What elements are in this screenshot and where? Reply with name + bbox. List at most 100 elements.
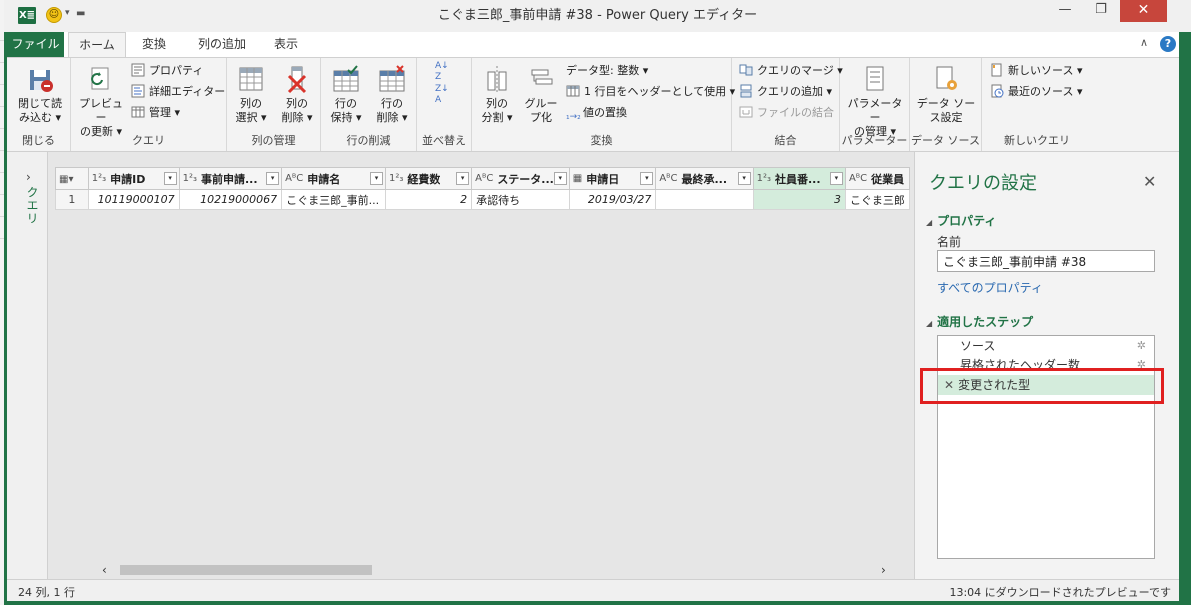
column-header[interactable]: AᴮC 従業員 xyxy=(844,167,911,190)
split-column-button[interactable]: 列の 分割 ▾ xyxy=(477,64,517,125)
step-promoted-headers[interactable]: 昇格されたヘッダー数 ✲ xyxy=(938,355,1154,369)
column-type-icon[interactable]: AᴮC xyxy=(285,173,303,184)
column-header[interactable]: AᴮC 最終承... ▾ xyxy=(655,167,754,190)
tab-transform[interactable]: 変換 xyxy=(132,32,176,57)
use-first-row-as-headers-button[interactable]: 1 行目をヘッダーとして使用 ▾ xyxy=(566,83,735,101)
remove-columns-button[interactable]: 列の 削除 ▾ xyxy=(275,64,319,125)
group-by-button[interactable]: グルー プ化 xyxy=(521,64,561,125)
tab-file[interactable]: ファイル xyxy=(7,32,64,57)
data-preview-grid: ▦▾ 1²₃ 申請ID ▾ 1²₃ 事前申請... ▾ AᴮC 申請名 ▾ 1²₃ 経費数 ▾ AᴮC ス… xyxy=(55,167,911,561)
step-source[interactable]: ソース ✲ xyxy=(938,336,1154,356)
table-cell[interactable]: 承認待ち xyxy=(471,189,570,210)
table-cell[interactable] xyxy=(655,189,754,210)
recent-sources-button[interactable]: 最近のソース ▾ xyxy=(990,83,1082,101)
table-cell[interactable]: こぐま三郎_事前... xyxy=(281,189,387,210)
column-header[interactable]: 1²₃ 申請ID ▾ xyxy=(87,167,180,190)
column-type-icon[interactable]: ▦ xyxy=(573,173,582,184)
collapse-ribbon-icon[interactable]: ∧ xyxy=(1140,36,1148,49)
refresh-label-1: プレビュー xyxy=(79,97,123,124)
step-settings-gear-icon[interactable]: ✲ xyxy=(1137,355,1146,369)
ribbon-group-data-source: データ ソー ス設定 データ ソース xyxy=(910,58,982,151)
group-label-reduce-rows: 行の削減 xyxy=(346,134,391,147)
choose-columns-button[interactable]: 列の 選択 ▾ xyxy=(229,64,273,125)
column-filter-dropdown-icon[interactable]: ▾ xyxy=(640,172,654,185)
data-source-settings-button[interactable]: データ ソー ス設定 xyxy=(914,64,978,125)
column-filter-dropdown-icon[interactable]: ▾ xyxy=(829,172,843,185)
minimize-button[interactable]: — xyxy=(1050,0,1080,22)
data-type-dropdown[interactable]: データ型: 整数 ▾ xyxy=(566,62,648,80)
table-row[interactable]: 1 10119000107 10219000067 こぐま三郎_事前... 2 承認待ち 2… xyxy=(55,189,911,210)
group-by-label-1: グルー xyxy=(524,97,558,110)
keep-rows-button[interactable]: 行の 保持 ▾ xyxy=(324,64,368,125)
help-icon[interactable]: ? xyxy=(1160,36,1176,52)
tab-add-column[interactable]: 列の追加 xyxy=(186,32,258,57)
scroll-thumb[interactable] xyxy=(120,565,372,575)
scroll-right-icon[interactable]: › xyxy=(881,563,886,577)
parameters-icon xyxy=(866,66,884,91)
column-filter-dropdown-icon[interactable]: ▾ xyxy=(737,172,751,185)
column-filter-dropdown-icon[interactable]: ▾ xyxy=(553,172,567,185)
column-header[interactable]: AᴮC ステータ... ▾ xyxy=(471,167,570,190)
column-type-icon[interactable]: AᴮC xyxy=(849,173,867,184)
status-bar: 24 列, 1 行 13:04 にダウンロードされたプレビューです xyxy=(7,579,1179,601)
column-header[interactable]: ▦ 申請日 ▾ xyxy=(568,167,657,190)
table-cell[interactable]: 10219000067 xyxy=(178,189,283,210)
applied-steps-section-header[interactable]: ◢ 適用したステップ xyxy=(926,313,1033,330)
horizontal-scrollbar[interactable]: ‹ › xyxy=(93,562,903,578)
remove-columns-label-2: 削除 ▾ xyxy=(281,111,313,124)
column-filter-dropdown-icon[interactable]: ▾ xyxy=(456,172,470,185)
manage-parameters-button[interactable]: パラメーター の管理 ▾ xyxy=(843,64,907,139)
column-header[interactable]: 1²₃ 経費数 ▾ xyxy=(385,167,473,190)
queries-pane-collapsed[interactable]: › クエリ xyxy=(7,152,48,579)
refresh-preview-button[interactable]: プレビュー の更新 ▾ xyxy=(75,64,127,139)
close-load-label-1: 閉じて読 xyxy=(18,97,62,110)
use-first-row-label: 1 行目をヘッダーとして使用 ▾ xyxy=(584,85,736,98)
column-filter-dropdown-icon[interactable]: ▾ xyxy=(266,172,280,185)
close-window-button[interactable]: ✕ xyxy=(1120,0,1167,22)
properties-section-header[interactable]: ◢ プロパティ xyxy=(926,212,996,229)
table-cell[interactable]: 10119000107 xyxy=(87,189,180,210)
manage-button[interactable]: 管理 ▾ xyxy=(131,104,180,122)
queries-pane-label: クエリ xyxy=(25,186,39,225)
tab-home[interactable]: ホーム xyxy=(68,32,126,58)
table-cell[interactable]: 2 xyxy=(385,189,473,210)
table-cell[interactable]: 2019/03/27 xyxy=(568,189,657,210)
column-type-icon[interactable]: 1²₃ xyxy=(757,173,771,184)
row-number[interactable]: 1 xyxy=(55,189,89,210)
properties-button[interactable]: プロパティ xyxy=(131,62,203,80)
remove-rows-button[interactable]: 行の 削除 ▾ xyxy=(370,64,414,125)
table-corner-menu[interactable]: ▦▾ xyxy=(55,167,89,190)
column-name: 従業員 xyxy=(871,172,905,186)
new-source-button[interactable]: 新しいソース ▾ xyxy=(990,62,1082,80)
column-header[interactable]: 1²₃ 事前申請... ▾ xyxy=(178,167,283,190)
column-filter-dropdown-icon[interactable]: ▾ xyxy=(370,172,384,185)
column-type-icon[interactable]: 1²₃ xyxy=(92,173,106,184)
close-settings-icon[interactable]: ✕ xyxy=(1143,172,1156,191)
scroll-left-icon[interactable]: ‹ xyxy=(102,563,107,577)
title-bar: X≣ ☺ ▾ ▬ こぐま三郎_事前申請 #38 - Power Query エデ… xyxy=(4,0,1191,32)
expand-queries-chevron-icon[interactable]: › xyxy=(26,170,31,184)
column-header[interactable]: 1²₃ 社員番... ▾ xyxy=(752,167,846,190)
advanced-editor-button[interactable]: 詳細エディター xyxy=(131,83,225,101)
all-properties-link[interactable]: すべてのプロパティ xyxy=(937,279,1043,296)
append-queries-button[interactable]: クエリの追加 ▾ xyxy=(739,83,832,101)
replace-values-button[interactable]: ₁→₂ 値の置換 xyxy=(566,104,627,122)
column-type-icon[interactable]: 1²₃ xyxy=(183,173,197,184)
query-name-input[interactable] xyxy=(937,250,1155,272)
sort-ascending-button[interactable]: A↓ Z xyxy=(435,61,449,83)
maximize-button[interactable]: ❐ xyxy=(1086,0,1116,22)
tab-view[interactable]: 表示 xyxy=(264,32,308,57)
table-cell[interactable]: 3 xyxy=(752,189,846,210)
table-cell[interactable]: こぐま三郎 xyxy=(844,189,911,210)
column-header[interactable]: AᴮC 申請名 ▾ xyxy=(281,167,387,190)
sort-descending-button[interactable]: Z↓ A xyxy=(435,84,449,106)
column-type-icon[interactable]: AᴮC xyxy=(659,173,677,184)
combine-files-button[interactable]: ファイルの結合 xyxy=(739,104,834,122)
close-and-load-button[interactable]: 閉じて読 み込む ▾ xyxy=(15,64,65,125)
column-type-icon[interactable]: AᴮC xyxy=(475,173,493,184)
step-settings-gear-icon[interactable]: ✲ xyxy=(1137,336,1146,356)
merge-queries-button[interactable]: クエリのマージ ▾ xyxy=(739,62,843,80)
column-filter-dropdown-icon[interactable]: ▾ xyxy=(163,172,177,185)
column-type-icon[interactable]: 1²₃ xyxy=(389,173,403,184)
data-source-settings-label-2: ス設定 xyxy=(929,111,963,124)
